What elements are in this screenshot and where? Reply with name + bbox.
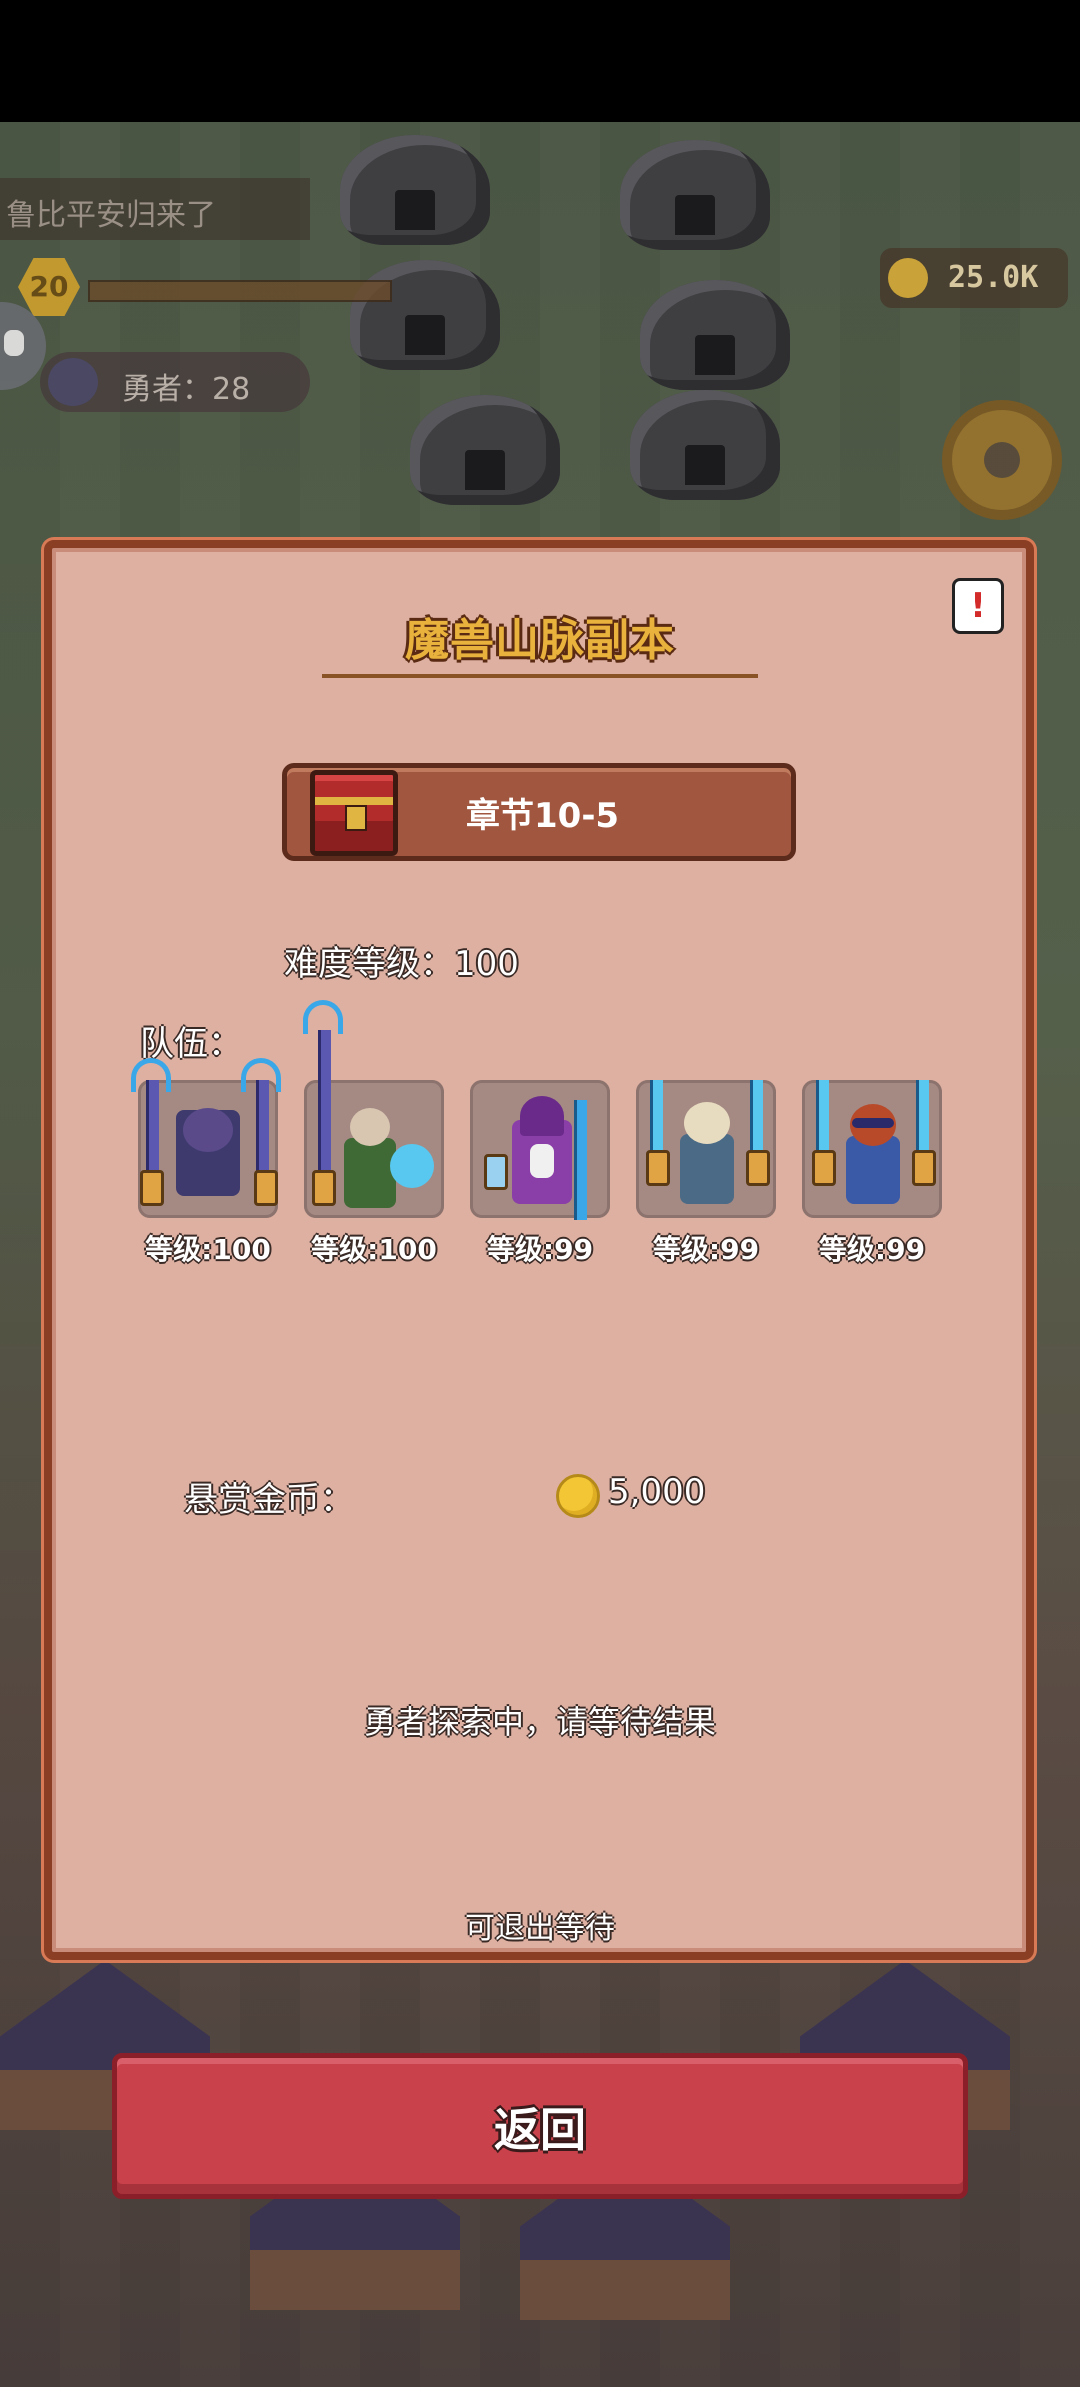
gold-coin-icon [888,258,928,298]
gold-coin-icon [556,1474,600,1518]
hero-slot-3[interactable] [470,1080,610,1220]
rock-mine [410,395,560,505]
notice-text: 鲁比平安归来了 [6,198,216,233]
xp-bar [88,280,392,302]
hero-slot-1[interactable] [131,1058,281,1218]
hero-slot-4[interactable] [636,1080,776,1218]
title-divider [322,674,758,678]
alert-icon[interactable]: ! [952,578,1004,634]
hero-level-4: 等级:99 [652,1233,760,1266]
hero-ninja-sprite [846,1136,900,1204]
gear-icon[interactable] [952,410,1052,510]
hero-level-5: 等级:99 [818,1233,926,1266]
dialog-title: 魔兽山脉副本 [405,615,675,666]
hero-count-label: 勇者：28 [122,372,251,407]
exploring-status: 勇者探索中，请等待结果 [363,1703,716,1741]
rock-mine [640,280,790,390]
hero-slot-2[interactable] [303,1000,444,1218]
hero-count-pill[interactable]: 勇者：28 [40,352,310,412]
return-button-label: 返回 [494,2103,586,2157]
hero-slot-5[interactable] [802,1080,942,1218]
hero-mage-sprite [344,1138,396,1208]
difficulty-label: 难度等级：100 [284,944,519,984]
rock-mine [620,140,770,250]
status-bar [0,0,1080,122]
chapter-label: 章节10-5 [466,796,620,836]
exit-hint: 可退出等待 [465,1911,615,1946]
rock-mine [350,260,500,370]
hero-level-2: 等级:100 [311,1233,437,1266]
hero-level-1: 等级:100 [145,1233,271,1266]
gold-amount: 25.0K [948,260,1039,295]
rock-mine [340,135,490,245]
hero-avatar [48,358,98,406]
hero-level-3: 等级:99 [486,1233,594,1266]
treasure-chest-icon [310,770,398,856]
reward-amount: 5,000 [608,1472,706,1512]
rock-mine [630,390,780,500]
gold-counter: 25.0K [880,248,1068,308]
hero-skeleton-sprite [680,1134,734,1204]
reward-label: 悬赏金币： [184,1480,354,1520]
